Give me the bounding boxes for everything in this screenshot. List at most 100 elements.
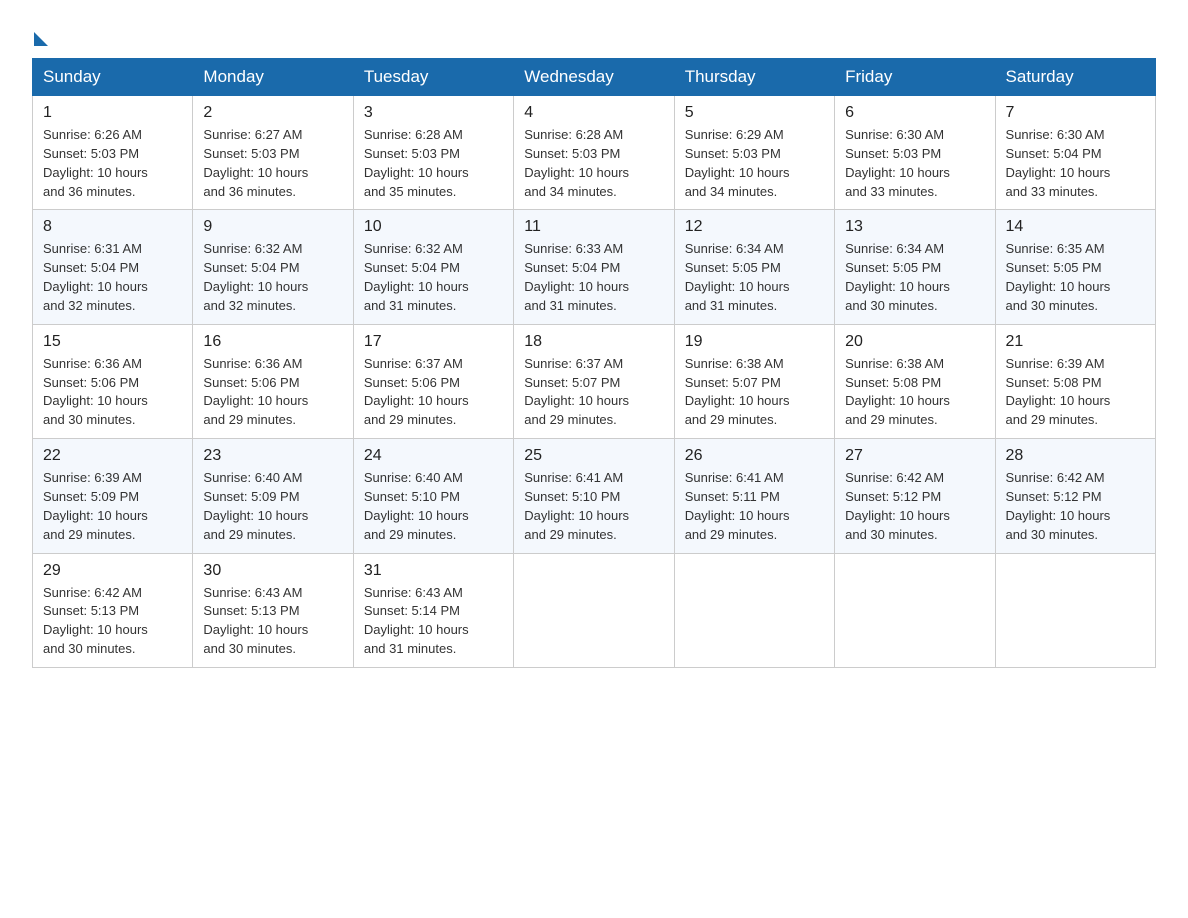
- day-number: 24: [364, 447, 503, 465]
- day-number: 21: [1006, 333, 1145, 351]
- day-number: 29: [43, 562, 182, 580]
- calendar-cell: [835, 553, 995, 667]
- calendar-header-row: SundayMondayTuesdayWednesdayThursdayFrid…: [33, 59, 1156, 96]
- calendar-cell: 26 Sunrise: 6:41 AM Sunset: 5:11 PM Dayl…: [674, 439, 834, 553]
- calendar-cell: 19 Sunrise: 6:38 AM Sunset: 5:07 PM Dayl…: [674, 324, 834, 438]
- day-info: Sunrise: 6:30 AM Sunset: 5:03 PM Dayligh…: [845, 126, 984, 201]
- header-sunday: Sunday: [33, 59, 193, 96]
- calendar-cell: 30 Sunrise: 6:43 AM Sunset: 5:13 PM Dayl…: [193, 553, 353, 667]
- day-number: 13: [845, 218, 984, 236]
- calendar-cell: 29 Sunrise: 6:42 AM Sunset: 5:13 PM Dayl…: [33, 553, 193, 667]
- day-info: Sunrise: 6:31 AM Sunset: 5:04 PM Dayligh…: [43, 240, 182, 315]
- calendar-cell: 28 Sunrise: 6:42 AM Sunset: 5:12 PM Dayl…: [995, 439, 1155, 553]
- day-info: Sunrise: 6:30 AM Sunset: 5:04 PM Dayligh…: [1006, 126, 1145, 201]
- header-monday: Monday: [193, 59, 353, 96]
- day-info: Sunrise: 6:42 AM Sunset: 5:13 PM Dayligh…: [43, 584, 182, 659]
- calendar-cell: 6 Sunrise: 6:30 AM Sunset: 5:03 PM Dayli…: [835, 96, 995, 210]
- day-number: 22: [43, 447, 182, 465]
- day-info: Sunrise: 6:41 AM Sunset: 5:11 PM Dayligh…: [685, 469, 824, 544]
- calendar-cell: 11 Sunrise: 6:33 AM Sunset: 5:04 PM Dayl…: [514, 210, 674, 324]
- day-info: Sunrise: 6:32 AM Sunset: 5:04 PM Dayligh…: [364, 240, 503, 315]
- day-info: Sunrise: 6:28 AM Sunset: 5:03 PM Dayligh…: [364, 126, 503, 201]
- day-number: 23: [203, 447, 342, 465]
- day-number: 26: [685, 447, 824, 465]
- calendar-cell: 9 Sunrise: 6:32 AM Sunset: 5:04 PM Dayli…: [193, 210, 353, 324]
- day-number: 14: [1006, 218, 1145, 236]
- calendar-table: SundayMondayTuesdayWednesdayThursdayFrid…: [32, 58, 1156, 668]
- calendar-cell: 21 Sunrise: 6:39 AM Sunset: 5:08 PM Dayl…: [995, 324, 1155, 438]
- page-header: [32, 24, 1156, 46]
- calendar-cell: 3 Sunrise: 6:28 AM Sunset: 5:03 PM Dayli…: [353, 96, 513, 210]
- header-friday: Friday: [835, 59, 995, 96]
- calendar-cell: 23 Sunrise: 6:40 AM Sunset: 5:09 PM Dayl…: [193, 439, 353, 553]
- day-info: Sunrise: 6:41 AM Sunset: 5:10 PM Dayligh…: [524, 469, 663, 544]
- day-info: Sunrise: 6:29 AM Sunset: 5:03 PM Dayligh…: [685, 126, 824, 201]
- calendar-cell: 4 Sunrise: 6:28 AM Sunset: 5:03 PM Dayli…: [514, 96, 674, 210]
- day-number: 19: [685, 333, 824, 351]
- calendar-cell: [514, 553, 674, 667]
- day-number: 11: [524, 218, 663, 236]
- calendar-cell: 17 Sunrise: 6:37 AM Sunset: 5:06 PM Dayl…: [353, 324, 513, 438]
- day-info: Sunrise: 6:35 AM Sunset: 5:05 PM Dayligh…: [1006, 240, 1145, 315]
- calendar-week-row: 15 Sunrise: 6:36 AM Sunset: 5:06 PM Dayl…: [33, 324, 1156, 438]
- day-info: Sunrise: 6:27 AM Sunset: 5:03 PM Dayligh…: [203, 126, 342, 201]
- day-info: Sunrise: 6:43 AM Sunset: 5:13 PM Dayligh…: [203, 584, 342, 659]
- header-wednesday: Wednesday: [514, 59, 674, 96]
- calendar-cell: 12 Sunrise: 6:34 AM Sunset: 5:05 PM Dayl…: [674, 210, 834, 324]
- day-number: 20: [845, 333, 984, 351]
- calendar-cell: 16 Sunrise: 6:36 AM Sunset: 5:06 PM Dayl…: [193, 324, 353, 438]
- calendar-cell: 8 Sunrise: 6:31 AM Sunset: 5:04 PM Dayli…: [33, 210, 193, 324]
- day-number: 30: [203, 562, 342, 580]
- calendar-cell: 22 Sunrise: 6:39 AM Sunset: 5:09 PM Dayl…: [33, 439, 193, 553]
- calendar-cell: 13 Sunrise: 6:34 AM Sunset: 5:05 PM Dayl…: [835, 210, 995, 324]
- day-number: 25: [524, 447, 663, 465]
- day-number: 10: [364, 218, 503, 236]
- day-info: Sunrise: 6:36 AM Sunset: 5:06 PM Dayligh…: [43, 355, 182, 430]
- header-thursday: Thursday: [674, 59, 834, 96]
- day-info: Sunrise: 6:26 AM Sunset: 5:03 PM Dayligh…: [43, 126, 182, 201]
- header-tuesday: Tuesday: [353, 59, 513, 96]
- day-info: Sunrise: 6:38 AM Sunset: 5:08 PM Dayligh…: [845, 355, 984, 430]
- calendar-cell: 25 Sunrise: 6:41 AM Sunset: 5:10 PM Dayl…: [514, 439, 674, 553]
- calendar-cell: 18 Sunrise: 6:37 AM Sunset: 5:07 PM Dayl…: [514, 324, 674, 438]
- calendar-cell: 2 Sunrise: 6:27 AM Sunset: 5:03 PM Dayli…: [193, 96, 353, 210]
- calendar-cell: 20 Sunrise: 6:38 AM Sunset: 5:08 PM Dayl…: [835, 324, 995, 438]
- day-number: 17: [364, 333, 503, 351]
- day-number: 9: [203, 218, 342, 236]
- day-info: Sunrise: 6:34 AM Sunset: 5:05 PM Dayligh…: [685, 240, 824, 315]
- calendar-cell: 7 Sunrise: 6:30 AM Sunset: 5:04 PM Dayli…: [995, 96, 1155, 210]
- day-info: Sunrise: 6:38 AM Sunset: 5:07 PM Dayligh…: [685, 355, 824, 430]
- calendar-cell: [674, 553, 834, 667]
- day-info: Sunrise: 6:42 AM Sunset: 5:12 PM Dayligh…: [845, 469, 984, 544]
- calendar-week-row: 8 Sunrise: 6:31 AM Sunset: 5:04 PM Dayli…: [33, 210, 1156, 324]
- day-info: Sunrise: 6:40 AM Sunset: 5:10 PM Dayligh…: [364, 469, 503, 544]
- day-number: 31: [364, 562, 503, 580]
- calendar-cell: 1 Sunrise: 6:26 AM Sunset: 5:03 PM Dayli…: [33, 96, 193, 210]
- day-info: Sunrise: 6:42 AM Sunset: 5:12 PM Dayligh…: [1006, 469, 1145, 544]
- day-number: 27: [845, 447, 984, 465]
- day-info: Sunrise: 6:33 AM Sunset: 5:04 PM Dayligh…: [524, 240, 663, 315]
- day-info: Sunrise: 6:34 AM Sunset: 5:05 PM Dayligh…: [845, 240, 984, 315]
- calendar-cell: [995, 553, 1155, 667]
- calendar-cell: 31 Sunrise: 6:43 AM Sunset: 5:14 PM Dayl…: [353, 553, 513, 667]
- calendar-week-row: 22 Sunrise: 6:39 AM Sunset: 5:09 PM Dayl…: [33, 439, 1156, 553]
- day-number: 28: [1006, 447, 1145, 465]
- day-number: 2: [203, 104, 342, 122]
- day-number: 6: [845, 104, 984, 122]
- day-number: 4: [524, 104, 663, 122]
- day-number: 7: [1006, 104, 1145, 122]
- day-number: 18: [524, 333, 663, 351]
- header-saturday: Saturday: [995, 59, 1155, 96]
- day-number: 1: [43, 104, 182, 122]
- day-number: 5: [685, 104, 824, 122]
- calendar-week-row: 1 Sunrise: 6:26 AM Sunset: 5:03 PM Dayli…: [33, 96, 1156, 210]
- day-info: Sunrise: 6:40 AM Sunset: 5:09 PM Dayligh…: [203, 469, 342, 544]
- day-info: Sunrise: 6:43 AM Sunset: 5:14 PM Dayligh…: [364, 584, 503, 659]
- calendar-cell: 14 Sunrise: 6:35 AM Sunset: 5:05 PM Dayl…: [995, 210, 1155, 324]
- day-info: Sunrise: 6:28 AM Sunset: 5:03 PM Dayligh…: [524, 126, 663, 201]
- day-number: 8: [43, 218, 182, 236]
- calendar-week-row: 29 Sunrise: 6:42 AM Sunset: 5:13 PM Dayl…: [33, 553, 1156, 667]
- day-number: 15: [43, 333, 182, 351]
- calendar-cell: 24 Sunrise: 6:40 AM Sunset: 5:10 PM Dayl…: [353, 439, 513, 553]
- calendar-cell: 5 Sunrise: 6:29 AM Sunset: 5:03 PM Dayli…: [674, 96, 834, 210]
